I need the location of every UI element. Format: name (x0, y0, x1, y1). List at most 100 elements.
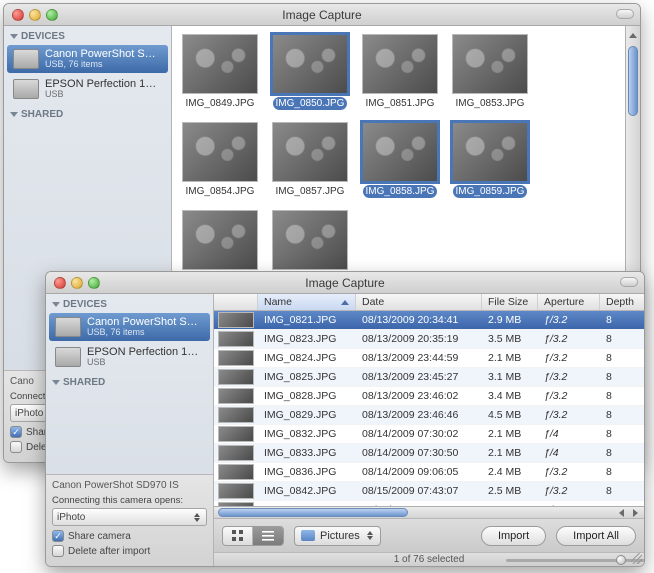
cell-name: IMG_0842.JPG (258, 485, 356, 497)
row-thumbnail (214, 501, 258, 506)
column-date[interactable]: Date (356, 294, 482, 310)
opens-popup[interactable]: iPhoto (52, 508, 207, 526)
popup-arrows-icon (191, 510, 202, 524)
cell-date: 08/13/2009 23:44:59 (356, 352, 482, 364)
thumbnail-size-slider[interactable] (506, 555, 626, 565)
view-mode-switch[interactable] (222, 526, 284, 546)
table-row[interactable]: IMG_0836.JPG08/14/2009 09:06:052.4 MBƒ/3… (214, 463, 644, 482)
thumbnail-image (218, 369, 254, 385)
status-text: 1 of 76 selected (394, 554, 465, 565)
cell-date: 08/14/2009 07:30:02 (356, 428, 482, 440)
table-row[interactable]: IMG_0825.JPG08/13/2009 23:45:273.1 MBƒ/3… (214, 368, 644, 387)
table-row[interactable]: IMG_0828.JPG08/13/2009 23:46:023.4 MBƒ/3… (214, 387, 644, 406)
cell-name: IMG_0824.JPG (258, 352, 356, 364)
cell-date: 08/13/2009 23:46:46 (356, 409, 482, 421)
scroll-up-arrow-icon[interactable] (626, 28, 640, 42)
camera-icon (55, 317, 81, 337)
section-shared[interactable]: SHARED (46, 372, 213, 390)
thumbnail-item[interactable]: IMG_0854.JPG (180, 122, 260, 198)
toolbar-toggle-button[interactable] (616, 9, 634, 19)
column-depth[interactable]: Depth (600, 294, 644, 310)
sidebar-device-camera[interactable]: Canon PowerShot SD970 IS USB, 76 items (49, 313, 210, 341)
cell-name: IMG_0821.JPG (258, 314, 356, 326)
column-file-size[interactable]: File Size (482, 294, 538, 310)
close-button[interactable] (54, 277, 66, 289)
disclosure-triangle-icon (10, 112, 18, 117)
toolbar-toggle-button[interactable] (620, 277, 638, 287)
thumbnail-image (182, 210, 258, 270)
destination-popup[interactable]: Pictures (294, 526, 381, 546)
zoom-button[interactable] (88, 277, 100, 289)
sidebar-device-scanner[interactable]: EPSON Perfection 1250 USB (7, 75, 168, 103)
slider-knob[interactable] (616, 555, 626, 565)
titlebar[interactable]: Image Capture (46, 272, 644, 294)
column-headers: Name Date File Size Aperture Depth (214, 294, 644, 311)
cell-aperture: ƒ/3.2 (538, 333, 600, 345)
column-thumbnail[interactable] (214, 294, 258, 310)
close-button[interactable] (12, 9, 24, 21)
minimize-button[interactable] (29, 9, 41, 21)
minimize-button[interactable] (71, 277, 83, 289)
status-bar: 1 of 76 selected (214, 552, 644, 566)
thumbnail-image (218, 331, 254, 347)
section-devices[interactable]: DEVICES (4, 26, 171, 44)
cell-depth: 8 (600, 333, 644, 345)
cell-date: 08/13/2009 20:34:41 (356, 314, 482, 326)
table-row[interactable]: IMG_0833.JPG08/14/2009 07:30:502.1 MBƒ/4… (214, 444, 644, 463)
scroll-right-arrow-icon[interactable] (628, 507, 642, 518)
table-row[interactable]: IMG_0821.JPG08/13/2009 20:34:412.9 MBƒ/3… (214, 311, 644, 330)
window-title: Image Capture (46, 276, 644, 290)
titlebar[interactable]: Image Capture (4, 4, 640, 26)
section-shared[interactable]: SHARED (4, 104, 171, 122)
cell-file-size: 2.3 MB (482, 504, 538, 506)
thumbnail-item[interactable]: IMG_0849.JPG (180, 34, 260, 110)
column-name[interactable]: Name (258, 294, 356, 310)
thumbnail-item[interactable]: IMG_0859.JPG (450, 122, 530, 198)
row-thumbnail (214, 482, 258, 500)
sidebar-device-camera[interactable]: Canon PowerShot SD970 IS USB, 76 items (7, 45, 168, 73)
cell-name: IMG_0825.JPG (258, 371, 356, 383)
cell-depth: 8 (600, 485, 644, 497)
table-row[interactable]: IMG_0843.JPG08/15/2009 07:44:542.3 MBƒ/3… (214, 501, 644, 506)
resize-grip-icon[interactable] (631, 553, 642, 564)
table-row[interactable]: IMG_0823.JPG08/13/2009 20:35:193.5 MBƒ/3… (214, 330, 644, 349)
thumbnail-image (362, 122, 438, 182)
scroll-thumb[interactable] (628, 46, 638, 116)
delete-after-import-checkbox[interactable]: Delete after import (52, 545, 207, 557)
thumbnail-item[interactable]: IMG_0857.JPG (270, 122, 350, 198)
table-row[interactable]: IMG_0842.JPG08/15/2009 07:43:072.5 MBƒ/3… (214, 482, 644, 501)
cell-aperture: ƒ/3.2 (538, 504, 600, 506)
thumbnail-image (218, 350, 254, 366)
thumbnail-item[interactable]: IMG_0853.JPG (450, 34, 530, 110)
row-thumbnail (214, 406, 258, 424)
table-row[interactable]: IMG_0832.JPG08/14/2009 07:30:022.1 MBƒ/4… (214, 425, 644, 444)
file-list[interactable]: IMG_0821.JPG08/13/2009 20:34:412.9 MBƒ/3… (214, 311, 644, 506)
scroll-left-arrow-icon[interactable] (614, 507, 628, 518)
thumbnail-item[interactable]: IMG_0850.JPG (270, 34, 350, 110)
bottom-toolbar: Pictures Import Import All (214, 506, 644, 552)
cell-aperture: ƒ/3.2 (538, 371, 600, 383)
import-button[interactable]: Import (481, 526, 546, 546)
section-devices[interactable]: DEVICES (46, 294, 213, 312)
cell-name: IMG_0843.JPG (258, 504, 356, 506)
thumbnail-image (218, 464, 254, 480)
thumbnail-image (452, 34, 528, 94)
thumbnail-item[interactable]: IMG_0858.JPG (360, 122, 440, 198)
cell-aperture: ƒ/3.2 (538, 390, 600, 402)
import-all-button[interactable]: Import All (556, 526, 636, 546)
scanner-icon (55, 347, 81, 367)
cell-date: 08/13/2009 23:46:02 (356, 390, 482, 402)
table-row[interactable]: IMG_0824.JPG08/13/2009 23:44:592.1 MBƒ/3… (214, 349, 644, 368)
table-row[interactable]: IMG_0829.JPG08/13/2009 23:46:464.5 MBƒ/3… (214, 406, 644, 425)
list-view-button[interactable] (253, 527, 283, 545)
zoom-button[interactable] (46, 9, 58, 21)
icon-view-button[interactable] (223, 527, 253, 545)
column-aperture[interactable]: Aperture (538, 294, 600, 310)
sidebar-device-scanner[interactable]: EPSON Perfection 1250 USB (49, 343, 210, 371)
thumbnail-image (182, 34, 258, 94)
thumbnail-label: IMG_0857.JPG (273, 185, 348, 198)
scroll-thumb[interactable] (218, 508, 408, 517)
share-camera-checkbox[interactable]: Share camera (52, 530, 207, 542)
thumbnail-item[interactable]: IMG_0851.JPG (360, 34, 440, 110)
horizontal-scrollbar[interactable] (214, 507, 644, 519)
